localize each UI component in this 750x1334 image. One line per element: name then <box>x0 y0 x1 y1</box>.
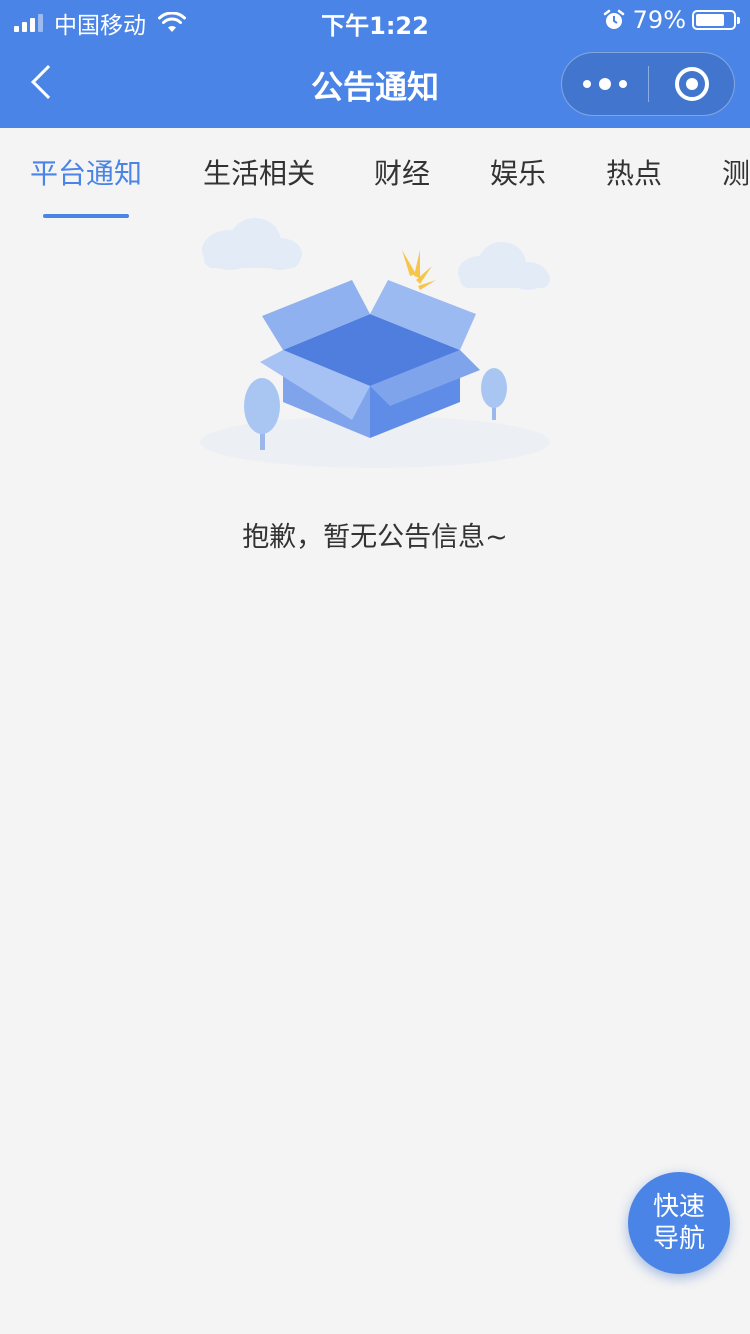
tab-entertainment[interactable]: 娱乐 <box>490 154 546 194</box>
target-circle-icon[interactable] <box>649 52 734 116</box>
tab-test[interactable]: 测 <box>722 154 750 194</box>
empty-box-icon <box>200 218 550 468</box>
tab-finance[interactable]: 财经 <box>374 154 430 194</box>
quick-nav-label-line1: 快速 <box>652 1192 705 1222</box>
battery-fill <box>696 14 725 26</box>
active-tab-indicator <box>43 214 129 218</box>
battery-percent: 79% <box>632 6 686 34</box>
nav-bar: 公告通知 <box>0 40 750 128</box>
tab-hot[interactable]: 热点 <box>606 154 662 194</box>
header: 中国移动 下午1:22 79% 公告通知 <box>0 0 750 128</box>
tab-life[interactable]: 生活相关 <box>203 154 315 194</box>
mini-program-capsule <box>561 52 735 116</box>
empty-message: 抱歉，暂无公告信息~ <box>242 522 508 553</box>
battery-icon <box>692 10 740 30</box>
more-dots-icon[interactable] <box>562 52 648 116</box>
tab-platform-notice[interactable]: 平台通知 <box>30 154 142 194</box>
quick-nav-button[interactable]: 快速 导航 <box>628 1172 730 1274</box>
status-bar: 中国移动 下午1:22 79% <box>0 0 750 40</box>
quick-nav-label-line2: 导航 <box>652 1224 705 1254</box>
status-right: 79% <box>603 6 740 34</box>
alarm-icon <box>603 9 624 29</box>
